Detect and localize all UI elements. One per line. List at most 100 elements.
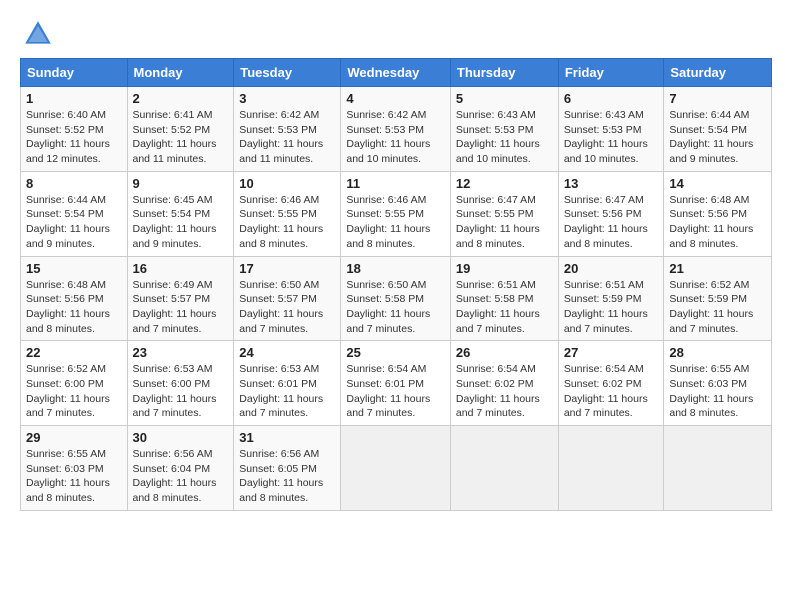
day-info: Sunrise: 6:43 AMSunset: 5:53 PMDaylight:…	[564, 108, 659, 167]
calendar-day-cell: 7 Sunrise: 6:44 AMSunset: 5:54 PMDaylight…	[664, 87, 772, 172]
day-info: Sunrise: 6:53 AMSunset: 6:01 PMDaylight:…	[239, 362, 335, 421]
day-info: Sunrise: 6:54 AMSunset: 6:02 PMDaylight:…	[456, 362, 553, 421]
day-of-week-header: Wednesday	[341, 59, 451, 87]
calendar-day-cell: 21 Sunrise: 6:52 AMSunset: 5:59 PMDayligh…	[664, 256, 772, 341]
calendar-table: SundayMondayTuesdayWednesdayThursdayFrid…	[20, 58, 772, 511]
day-info: Sunrise: 6:43 AMSunset: 5:53 PMDaylight:…	[456, 108, 553, 167]
day-info: Sunrise: 6:44 AMSunset: 5:54 PMDaylight:…	[26, 193, 122, 252]
day-number: 6	[564, 91, 659, 106]
day-number: 26	[456, 345, 553, 360]
day-of-week-header: Friday	[558, 59, 664, 87]
calendar-day-cell: 4 Sunrise: 6:42 AMSunset: 5:53 PMDaylight…	[341, 87, 451, 172]
calendar-week-row: 22 Sunrise: 6:52 AMSunset: 6:00 PMDayligh…	[21, 341, 772, 426]
calendar-week-row: 29 Sunrise: 6:55 AMSunset: 6:03 PMDayligh…	[21, 426, 772, 511]
day-number: 21	[669, 261, 766, 276]
day-number: 25	[346, 345, 445, 360]
calendar-day-cell: 28Sunrise: 6:55 AMSunset: 6:03 PMDayligh…	[664, 341, 772, 426]
day-info: Sunrise: 6:48 AMSunset: 5:56 PMDaylight:…	[669, 193, 766, 252]
day-info: Sunrise: 6:54 AMSunset: 6:02 PMDaylight:…	[564, 362, 659, 421]
calendar-day-cell: 14 Sunrise: 6:48 AMSunset: 5:56 PMDayligh…	[664, 171, 772, 256]
calendar-day-cell: 27 Sunrise: 6:54 AMSunset: 6:02 PMDayligh…	[558, 341, 664, 426]
day-info: Sunrise: 6:50 AMSunset: 5:58 PMDaylight:…	[346, 278, 445, 337]
day-number: 9	[133, 176, 229, 191]
day-info: Sunrise: 6:41 AMSunset: 5:52 PMDaylight:…	[133, 108, 229, 167]
day-number: 14	[669, 176, 766, 191]
day-info: Sunrise: 6:42 AMSunset: 5:53 PMDaylight:…	[239, 108, 335, 167]
calendar-day-cell: 16 Sunrise: 6:49 AMSunset: 5:57 PMDayligh…	[127, 256, 234, 341]
day-info: Sunrise: 6:54 AMSunset: 6:01 PMDaylight:…	[346, 362, 445, 421]
calendar-day-cell: 3 Sunrise: 6:42 AMSunset: 5:53 PMDaylight…	[234, 87, 341, 172]
calendar-day-cell: 31 Sunrise: 6:56 AMSunset: 6:05 PMDayligh…	[234, 426, 341, 511]
day-number: 3	[239, 91, 335, 106]
calendar-day-cell	[450, 426, 558, 511]
calendar-day-cell	[558, 426, 664, 511]
day-number: 29	[26, 430, 122, 445]
day-number: 16	[133, 261, 229, 276]
calendar-week-row: 8Sunrise: 6:44 AMSunset: 5:54 PMDaylight…	[21, 171, 772, 256]
day-info: Sunrise: 6:55 AMSunset: 6:03 PMDaylight:…	[26, 447, 122, 506]
day-number: 11	[346, 176, 445, 191]
day-number: 4	[346, 91, 445, 106]
day-info: Sunrise: 6:45 AMSunset: 5:54 PMDaylight:…	[133, 193, 229, 252]
day-info: Sunrise: 6:44 AMSunset: 5:54 PMDaylight:…	[669, 108, 766, 167]
day-info: Sunrise: 6:56 AMSunset: 6:05 PMDaylight:…	[239, 447, 335, 506]
day-number: 23	[133, 345, 229, 360]
day-of-week-header: Saturday	[664, 59, 772, 87]
calendar-day-cell: 15Sunrise: 6:48 AMSunset: 5:56 PMDayligh…	[21, 256, 128, 341]
calendar-day-cell: 2 Sunrise: 6:41 AMSunset: 5:52 PMDaylight…	[127, 87, 234, 172]
calendar-day-cell: 20Sunrise: 6:51 AMSunset: 5:59 PMDayligh…	[558, 256, 664, 341]
day-info: Sunrise: 6:46 AMSunset: 5:55 PMDaylight:…	[346, 193, 445, 252]
day-number: 2	[133, 91, 229, 106]
day-info: Sunrise: 6:46 AMSunset: 5:55 PMDaylight:…	[239, 193, 335, 252]
day-of-week-header: Thursday	[450, 59, 558, 87]
day-number: 24	[239, 345, 335, 360]
day-info: Sunrise: 6:49 AMSunset: 5:57 PMDaylight:…	[133, 278, 229, 337]
calendar-week-row: 1Sunrise: 6:40 AMSunset: 5:52 PMDaylight…	[21, 87, 772, 172]
logo-icon	[22, 18, 54, 50]
day-number: 20	[564, 261, 659, 276]
calendar-day-cell: 17 Sunrise: 6:50 AMSunset: 5:57 PMDayligh…	[234, 256, 341, 341]
day-info: Sunrise: 6:51 AMSunset: 5:58 PMDaylight:…	[456, 278, 553, 337]
calendar-day-cell: 12 Sunrise: 6:47 AMSunset: 5:55 PMDayligh…	[450, 171, 558, 256]
day-number: 15	[26, 261, 122, 276]
day-of-week-header: Tuesday	[234, 59, 341, 87]
day-number: 27	[564, 345, 659, 360]
day-number: 17	[239, 261, 335, 276]
calendar-day-cell: 24 Sunrise: 6:53 AMSunset: 6:01 PMDayligh…	[234, 341, 341, 426]
calendar-day-cell: 11 Sunrise: 6:46 AMSunset: 5:55 PMDayligh…	[341, 171, 451, 256]
calendar-day-cell	[341, 426, 451, 511]
day-number: 31	[239, 430, 335, 445]
calendar-day-cell: 9 Sunrise: 6:45 AMSunset: 5:54 PMDaylight…	[127, 171, 234, 256]
calendar-day-cell: 19 Sunrise: 6:51 AMSunset: 5:58 PMDayligh…	[450, 256, 558, 341]
day-info: Sunrise: 6:47 AMSunset: 5:56 PMDaylight:…	[564, 193, 659, 252]
day-info: Sunrise: 6:56 AMSunset: 6:04 PMDaylight:…	[133, 447, 229, 506]
calendar-day-cell: 26 Sunrise: 6:54 AMSunset: 6:02 PMDayligh…	[450, 341, 558, 426]
calendar-day-cell: 29 Sunrise: 6:55 AMSunset: 6:03 PMDayligh…	[21, 426, 128, 511]
day-number: 5	[456, 91, 553, 106]
day-info: Sunrise: 6:52 AMSunset: 5:59 PMDaylight:…	[669, 278, 766, 337]
day-number: 1	[26, 91, 122, 106]
day-info: Sunrise: 6:50 AMSunset: 5:57 PMDaylight:…	[239, 278, 335, 337]
day-info: Sunrise: 6:53 AMSunset: 6:00 PMDaylight:…	[133, 362, 229, 421]
calendar-day-cell: 10 Sunrise: 6:46 AMSunset: 5:55 PMDayligh…	[234, 171, 341, 256]
calendar-day-cell	[664, 426, 772, 511]
day-number: 12	[456, 176, 553, 191]
day-number: 22	[26, 345, 122, 360]
header	[20, 18, 772, 50]
calendar-header-row: SundayMondayTuesdayWednesdayThursdayFrid…	[21, 59, 772, 87]
day-number: 19	[456, 261, 553, 276]
day-info: Sunrise: 6:47 AMSunset: 5:55 PMDaylight:…	[456, 193, 553, 252]
day-of-week-header: Sunday	[21, 59, 128, 87]
calendar-day-cell: 6 Sunrise: 6:43 AMSunset: 5:53 PMDaylight…	[558, 87, 664, 172]
calendar-day-cell: 18 Sunrise: 6:50 AMSunset: 5:58 PMDayligh…	[341, 256, 451, 341]
day-info: Sunrise: 6:42 AMSunset: 5:53 PMDaylight:…	[346, 108, 445, 167]
day-number: 10	[239, 176, 335, 191]
day-number: 18	[346, 261, 445, 276]
calendar-day-cell: 13Sunrise: 6:47 AMSunset: 5:56 PMDayligh…	[558, 171, 664, 256]
calendar-day-cell: 1Sunrise: 6:40 AMSunset: 5:52 PMDaylight…	[21, 87, 128, 172]
calendar-day-cell: 22 Sunrise: 6:52 AMSunset: 6:00 PMDayligh…	[21, 341, 128, 426]
day-info: Sunrise: 6:52 AMSunset: 6:00 PMDaylight:…	[26, 362, 122, 421]
day-info: Sunrise: 6:55 AMSunset: 6:03 PMDaylight:…	[669, 362, 766, 421]
day-number: 7	[669, 91, 766, 106]
calendar-day-cell: 25 Sunrise: 6:54 AMSunset: 6:01 PMDayligh…	[341, 341, 451, 426]
